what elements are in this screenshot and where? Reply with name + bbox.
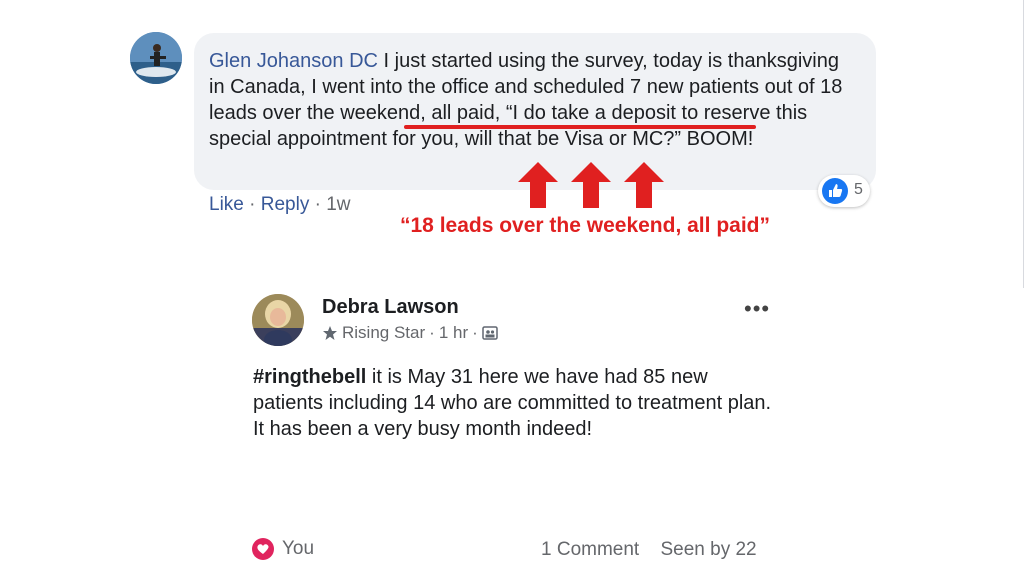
avatar[interactable]: [130, 32, 182, 84]
avatar[interactable]: [252, 294, 304, 346]
reaction-you-label: You: [282, 538, 315, 559]
post-timestamp[interactable]: 1 hr: [439, 323, 468, 343]
comment-timestamp[interactable]: 1w: [326, 194, 350, 215]
post-stats: 1 Comment Seen by 22: [541, 539, 757, 561]
red-arrow-icon: [518, 162, 558, 208]
reaction-count: 5: [854, 181, 863, 198]
seen-by-link[interactable]: Seen by 22: [660, 539, 756, 560]
red-arrow-icon: [571, 162, 611, 208]
star-icon: [323, 326, 337, 340]
red-arrow-icon: [624, 162, 664, 208]
heart-icon: [252, 538, 274, 560]
comment-body: Glen Johanson DC I just started using th…: [209, 48, 859, 152]
highlight-underline: [404, 125, 756, 129]
thumbs-up-icon: [822, 178, 848, 204]
separator: ·: [429, 323, 435, 342]
comment-actions: Like · Reply · 1w: [209, 194, 351, 216]
hashtag-link[interactable]: #ringthebell: [253, 366, 366, 388]
reaction-summary[interactable]: 5: [818, 175, 870, 207]
post-author[interactable]: Debra Lawson: [322, 296, 459, 319]
comment-count-link[interactable]: 1 Comment: [541, 539, 639, 560]
separator: ·: [249, 194, 256, 215]
reply-link[interactable]: Reply: [261, 194, 310, 215]
separator: ·: [314, 194, 321, 215]
group-icon[interactable]: [482, 325, 498, 341]
separator: ·: [472, 323, 478, 342]
annotation-callout: “18 leads over the weekend, all paid”: [400, 214, 770, 237]
post-body: #ringthebell it is May 31 here we have h…: [253, 364, 773, 442]
member-badge[interactable]: Rising Star: [342, 323, 425, 343]
more-options-icon[interactable]: •••: [744, 296, 770, 322]
comment-author-link[interactable]: Glen Johanson DC: [209, 50, 378, 72]
reaction-footer[interactable]: You: [252, 538, 314, 560]
post-meta: Rising Star · 1 hr ·: [322, 323, 498, 343]
like-link[interactable]: Like: [209, 194, 244, 215]
